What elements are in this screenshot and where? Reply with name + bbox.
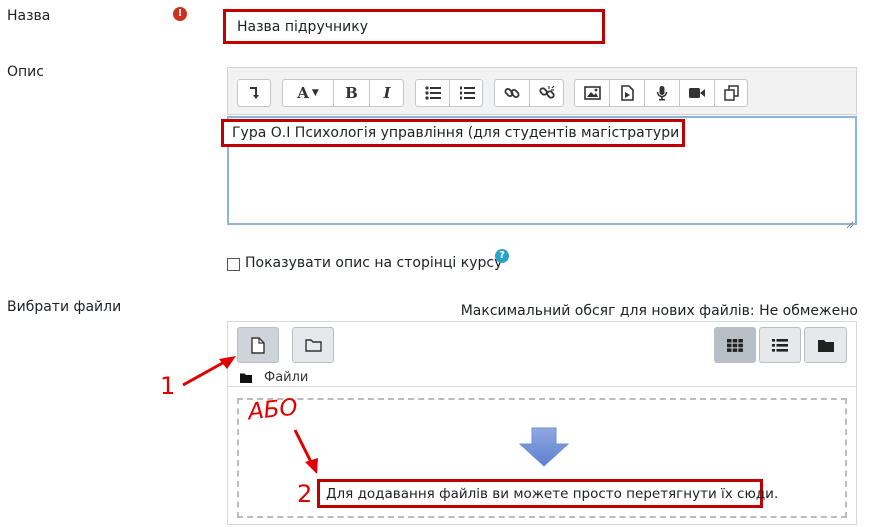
- record-video-button[interactable]: [680, 80, 714, 106]
- tree-view-button[interactable]: [804, 327, 847, 363]
- annotation-number-1: 1: [160, 372, 176, 400]
- ordered-list-icon: [459, 86, 475, 100]
- media-group: [574, 79, 748, 107]
- name-input[interactable]: Назва підручнику: [226, 12, 602, 41]
- italic-button[interactable]: I: [370, 80, 404, 106]
- name-label: Назва: [7, 8, 51, 24]
- unordered-list-button[interactable]: [416, 80, 449, 106]
- description-label: Опис: [7, 64, 44, 80]
- font-style-icon: A: [297, 84, 309, 102]
- image-button[interactable]: [575, 80, 609, 106]
- add-file-icon: [251, 336, 265, 354]
- list-group: [415, 79, 483, 107]
- unordered-list-icon: [424, 86, 441, 100]
- name-highlight: Назва підручнику: [223, 9, 605, 44]
- list-view-button[interactable]: [759, 327, 801, 363]
- folder-icon: [240, 373, 252, 383]
- editor-toolbar: A ▼ B I: [227, 67, 857, 115]
- media-icon: [620, 85, 634, 101]
- path-label[interactable]: Файли: [264, 370, 308, 385]
- annotation-arrow-1: [182, 356, 236, 387]
- link-button[interactable]: [495, 80, 529, 106]
- image-icon: [583, 86, 601, 100]
- resize-handle[interactable]: [846, 214, 854, 229]
- manage-files-icon: [723, 85, 739, 101]
- italic-icon: I: [383, 84, 391, 102]
- annotation-or: АБО: [246, 394, 299, 426]
- path-bar: Файли: [240, 370, 308, 385]
- link-icon: [504, 88, 520, 98]
- ordered-list-button[interactable]: [450, 80, 483, 106]
- annotation-number-2: 2: [297, 480, 313, 508]
- name-input-value: Назва підручнику: [237, 18, 368, 35]
- unlink-button[interactable]: [530, 80, 564, 106]
- max-size-text: Максимальний обсяг для нових файлів: Не …: [460, 303, 858, 319]
- create-folder-button[interactable]: [292, 327, 334, 363]
- record-video-icon: [689, 88, 705, 98]
- show-description-label: Показувати опис на сторінці курсу: [245, 255, 503, 271]
- grid-view-icon: [727, 338, 743, 352]
- format-group: A ▼ B I: [282, 79, 404, 107]
- unlink-icon: [539, 85, 555, 99]
- bold-button[interactable]: B: [334, 80, 369, 106]
- bold-icon: B: [345, 84, 358, 102]
- grid-view-button[interactable]: [714, 327, 756, 363]
- list-view-icon: [772, 338, 788, 352]
- description-highlight: Гура О.І Психологія управління (для студ…: [221, 119, 685, 147]
- required-icon: !: [173, 7, 187, 21]
- add-file-button[interactable]: [237, 327, 279, 363]
- link-group: [494, 79, 564, 107]
- tree-view-icon: [817, 339, 834, 352]
- drop-text: Для додавання файлів ви можете просто пе…: [326, 485, 779, 502]
- font-style-button[interactable]: A ▼: [283, 80, 333, 106]
- drop-text-highlight: Для додавання файлів ви можете просто пе…: [317, 479, 778, 508]
- record-audio-button[interactable]: [645, 80, 679, 106]
- manage-files-button[interactable]: [715, 80, 748, 106]
- media-button[interactable]: [610, 80, 644, 106]
- annotation-arrow-2: [293, 429, 318, 474]
- description-text: Гура О.І Психологія управління (для студ…: [232, 125, 685, 141]
- folder-outline-icon: [304, 339, 322, 352]
- drop-arrow-icon: [519, 427, 569, 467]
- expand-toolbar-icon: [250, 87, 259, 99]
- expand-toolbar-button[interactable]: [237, 79, 271, 107]
- show-description-checkbox[interactable]: [227, 258, 240, 271]
- select-files-label: Вибрати файли: [7, 299, 122, 315]
- record-audio-icon: [656, 86, 668, 101]
- help-icon[interactable]: ?: [495, 249, 509, 263]
